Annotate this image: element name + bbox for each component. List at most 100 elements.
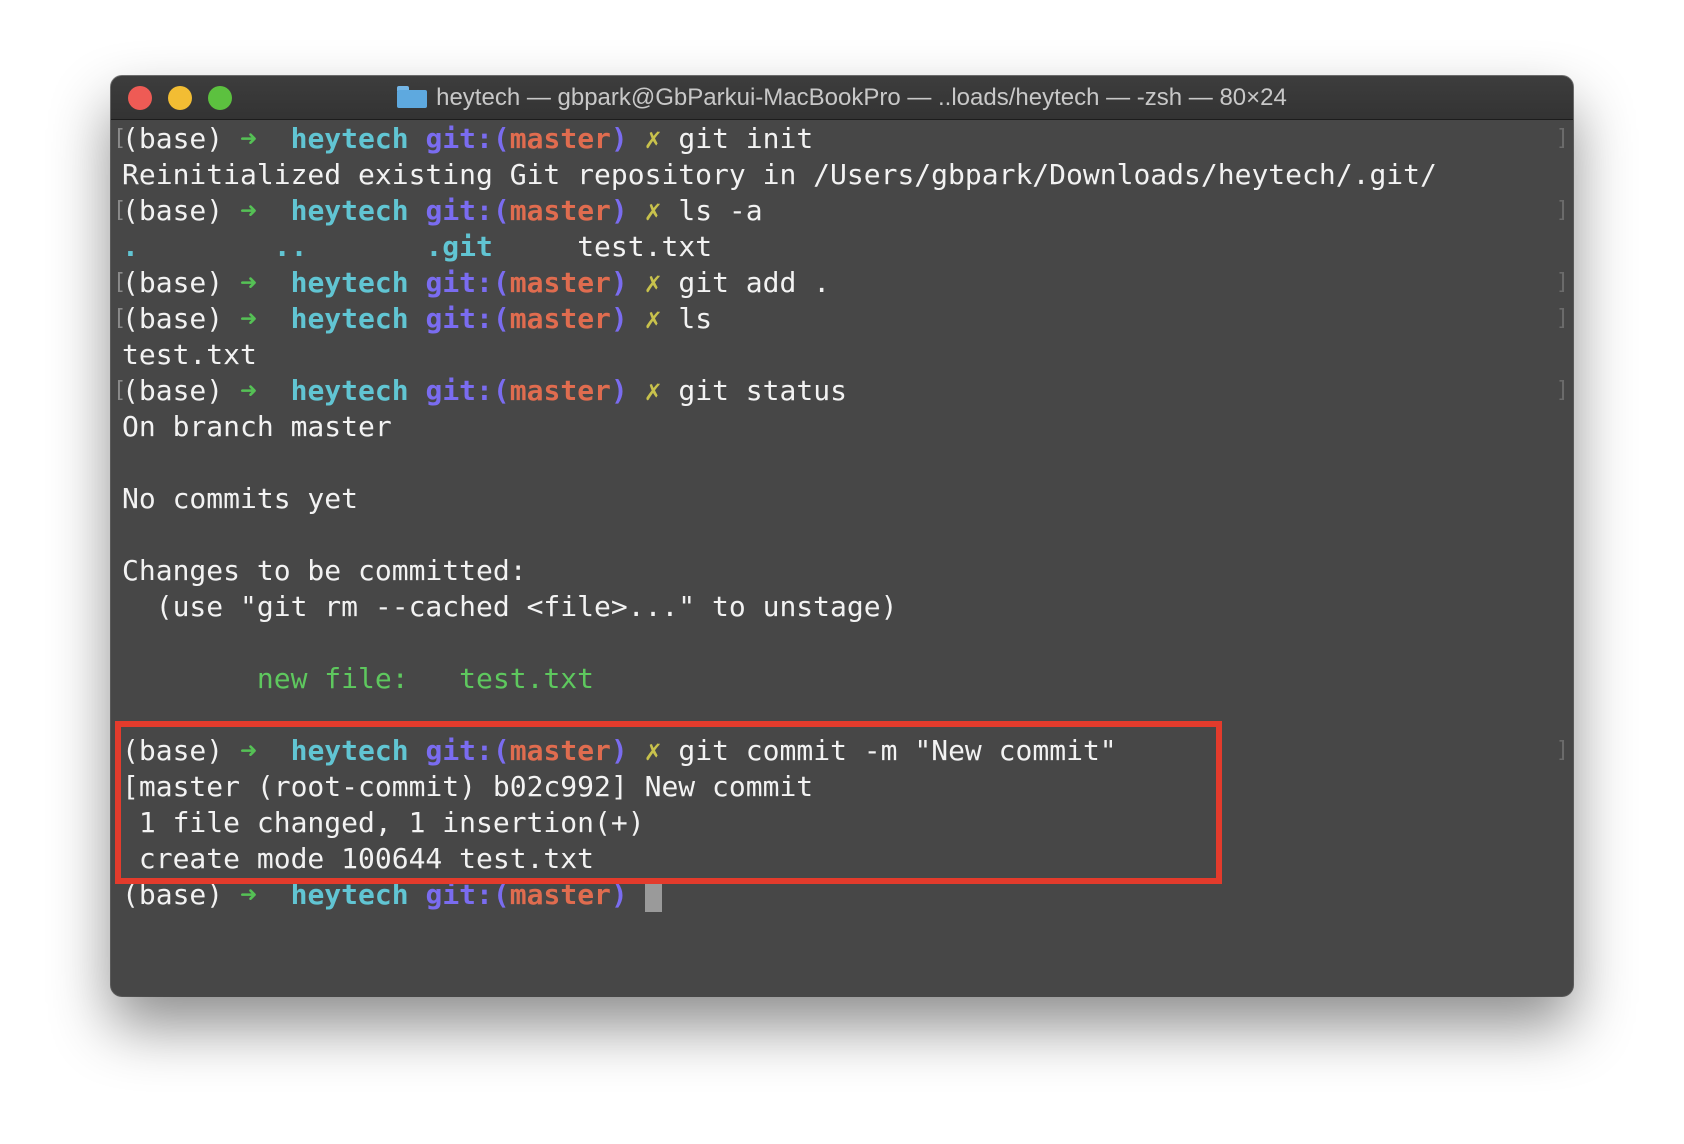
text-cursor[interactable] <box>644 878 662 912</box>
line-bracket-right: ] <box>1555 198 1569 223</box>
output-text: Reinitialized existing Git repository in… <box>122 158 1437 191</box>
prompt-arrow-icon: ➜ <box>240 266 257 299</box>
terminal-window: heytech — gbpark@GbParkui-MacBookPro — .… <box>111 76 1573 996</box>
prompt-git-prefix: git:( <box>425 302 510 335</box>
prompt-env: (base) <box>122 374 224 407</box>
prompt-directory: heytech <box>290 266 409 299</box>
prompt-env: (base) <box>122 122 224 155</box>
prompt-branch: master <box>509 194 611 227</box>
window-title-text: heytech — gbpark@GbParkui-MacBookPro — .… <box>436 84 1287 111</box>
prompt-branch: master <box>509 734 611 767</box>
prompt-line: [(base) ➜ heytech git:(master) ✗ git add… <box>113 265 1573 301</box>
prompt-line: (base) ➜ heytech git:(master) ✗ git comm… <box>122 733 1573 769</box>
output-line: test.txt <box>122 337 1573 373</box>
window-title: heytech — gbpark@GbParkui-MacBookPro — .… <box>111 76 1573 119</box>
prompt-arrow-icon: ➜ <box>240 194 257 227</box>
prompt-git-prefix: git:( <box>425 878 510 911</box>
prompt-git-suffix: ) <box>610 734 628 767</box>
output-line: [master (root-commit) b02c992] New commi… <box>122 769 1573 805</box>
prompt-env: (base) <box>122 734 224 767</box>
title-bar[interactable]: heytech — gbpark@GbParkui-MacBookPro — .… <box>111 76 1573 120</box>
directory-listing: . .. .git test.txt <box>122 229 1573 265</box>
prompt-git-prefix: git:( <box>425 374 510 407</box>
prompt-git-suffix: ) <box>610 194 628 227</box>
directory-entry: .git <box>425 230 493 263</box>
output-text: On branch master <box>122 410 392 443</box>
output-line: (use "git rm --cached <file>..." to unst… <box>122 589 1573 625</box>
prompt-branch: master <box>509 302 611 335</box>
staged-file-line: new file: test.txt <box>122 661 1573 697</box>
output-text: test.txt <box>122 338 257 371</box>
prompt-env: (base) <box>122 302 224 335</box>
prompt-git-prefix: git:( <box>425 122 510 155</box>
current-prompt-line: (base) ➜ heytech git:(master) <box>122 877 1573 913</box>
staged-file-name: test.txt <box>459 662 595 695</box>
line-bracket-left: [ <box>113 378 127 403</box>
prompt-arrow-icon: ➜ <box>240 734 257 767</box>
output-text: Changes to be committed: <box>122 554 527 587</box>
output-text: 1 file changed, 1 insertion(+) <box>122 806 645 839</box>
output-line: Reinitialized existing Git repository in… <box>122 157 1573 193</box>
prompt-git-suffix: ) <box>610 266 628 299</box>
line-bracket-right: ] <box>1555 126 1569 151</box>
dirty-marker-icon: ✗ <box>644 302 662 335</box>
prompt-git-prefix: git:( <box>425 194 510 227</box>
prompt-arrow-icon: ➜ <box>240 122 257 155</box>
output-line: 1 file changed, 1 insertion(+) <box>122 805 1573 841</box>
output-line: No commits yet <box>122 481 1573 517</box>
prompt-git-suffix: ) <box>610 302 628 335</box>
output-line: Changes to be committed: <box>122 553 1573 589</box>
prompt-arrow-icon: ➜ <box>240 374 257 407</box>
prompt-directory: heytech <box>290 374 409 407</box>
line-bracket-right: ] <box>1555 306 1569 331</box>
dirty-marker-icon: ✗ <box>644 266 662 299</box>
dirty-marker-icon: ✗ <box>644 122 662 155</box>
output-text: [master (root-commit) b02c992] New commi… <box>122 770 814 803</box>
command-text: git add . <box>678 266 831 299</box>
prompt-arrow-icon: ➜ <box>240 302 257 335</box>
dirty-marker-icon: ✗ <box>644 374 662 407</box>
prompt-git-suffix: ) <box>610 878 628 911</box>
prompt-git-suffix: ) <box>610 122 628 155</box>
prompt-directory: heytech <box>290 734 409 767</box>
prompt-line: [(base) ➜ heytech git:(master) ✗ git ini… <box>113 121 1573 157</box>
folder-icon <box>397 86 428 108</box>
command-text: git init <box>678 122 814 155</box>
dirty-marker-icon: ✗ <box>644 734 662 767</box>
line-bracket-right: ] <box>1555 378 1569 403</box>
prompt-git-prefix: git:( <box>425 734 510 767</box>
output-line: On branch master <box>122 409 1573 445</box>
dirty-marker-icon: ✗ <box>644 194 662 227</box>
line-bracket-left: [ <box>113 198 127 223</box>
prompt-env: (base) <box>122 194 224 227</box>
prompt-directory: heytech <box>290 194 409 227</box>
prompt-arrow-icon: ➜ <box>240 878 257 911</box>
prompt-branch: master <box>509 374 611 407</box>
output-text: No commits yet <box>122 482 359 515</box>
prompt-branch: master <box>509 122 611 155</box>
staged-label: new file: <box>256 662 409 695</box>
terminal-content[interactable]: [(base) ➜ heytech git:(master) ✗ git ini… <box>113 121 1573 996</box>
prompt-directory: heytech <box>290 302 409 335</box>
output-text: (use "git rm --cached <file>..." to unst… <box>122 590 898 623</box>
prompt-directory: heytech <box>290 878 409 911</box>
file-entry: test.txt <box>577 230 713 263</box>
prompt-env: (base) <box>122 266 224 299</box>
prompt-env: (base) <box>122 878 224 911</box>
line-bracket-left: [ <box>113 126 127 151</box>
prompt-branch: master <box>509 266 611 299</box>
line-bracket-right: ] <box>1555 270 1569 295</box>
prompt-directory: heytech <box>290 122 409 155</box>
command-text: git status <box>678 374 847 407</box>
command-text: git commit -m "New commit" <box>678 734 1117 767</box>
line-bracket-right: ] <box>1555 738 1569 763</box>
line-bracket-left: [ <box>113 270 127 295</box>
prompt-branch: master <box>509 878 611 911</box>
directory-entry: . <box>122 230 139 263</box>
prompt-git-suffix: ) <box>610 374 628 407</box>
prompt-line: [(base) ➜ heytech git:(master) ✗ git sta… <box>113 373 1573 409</box>
